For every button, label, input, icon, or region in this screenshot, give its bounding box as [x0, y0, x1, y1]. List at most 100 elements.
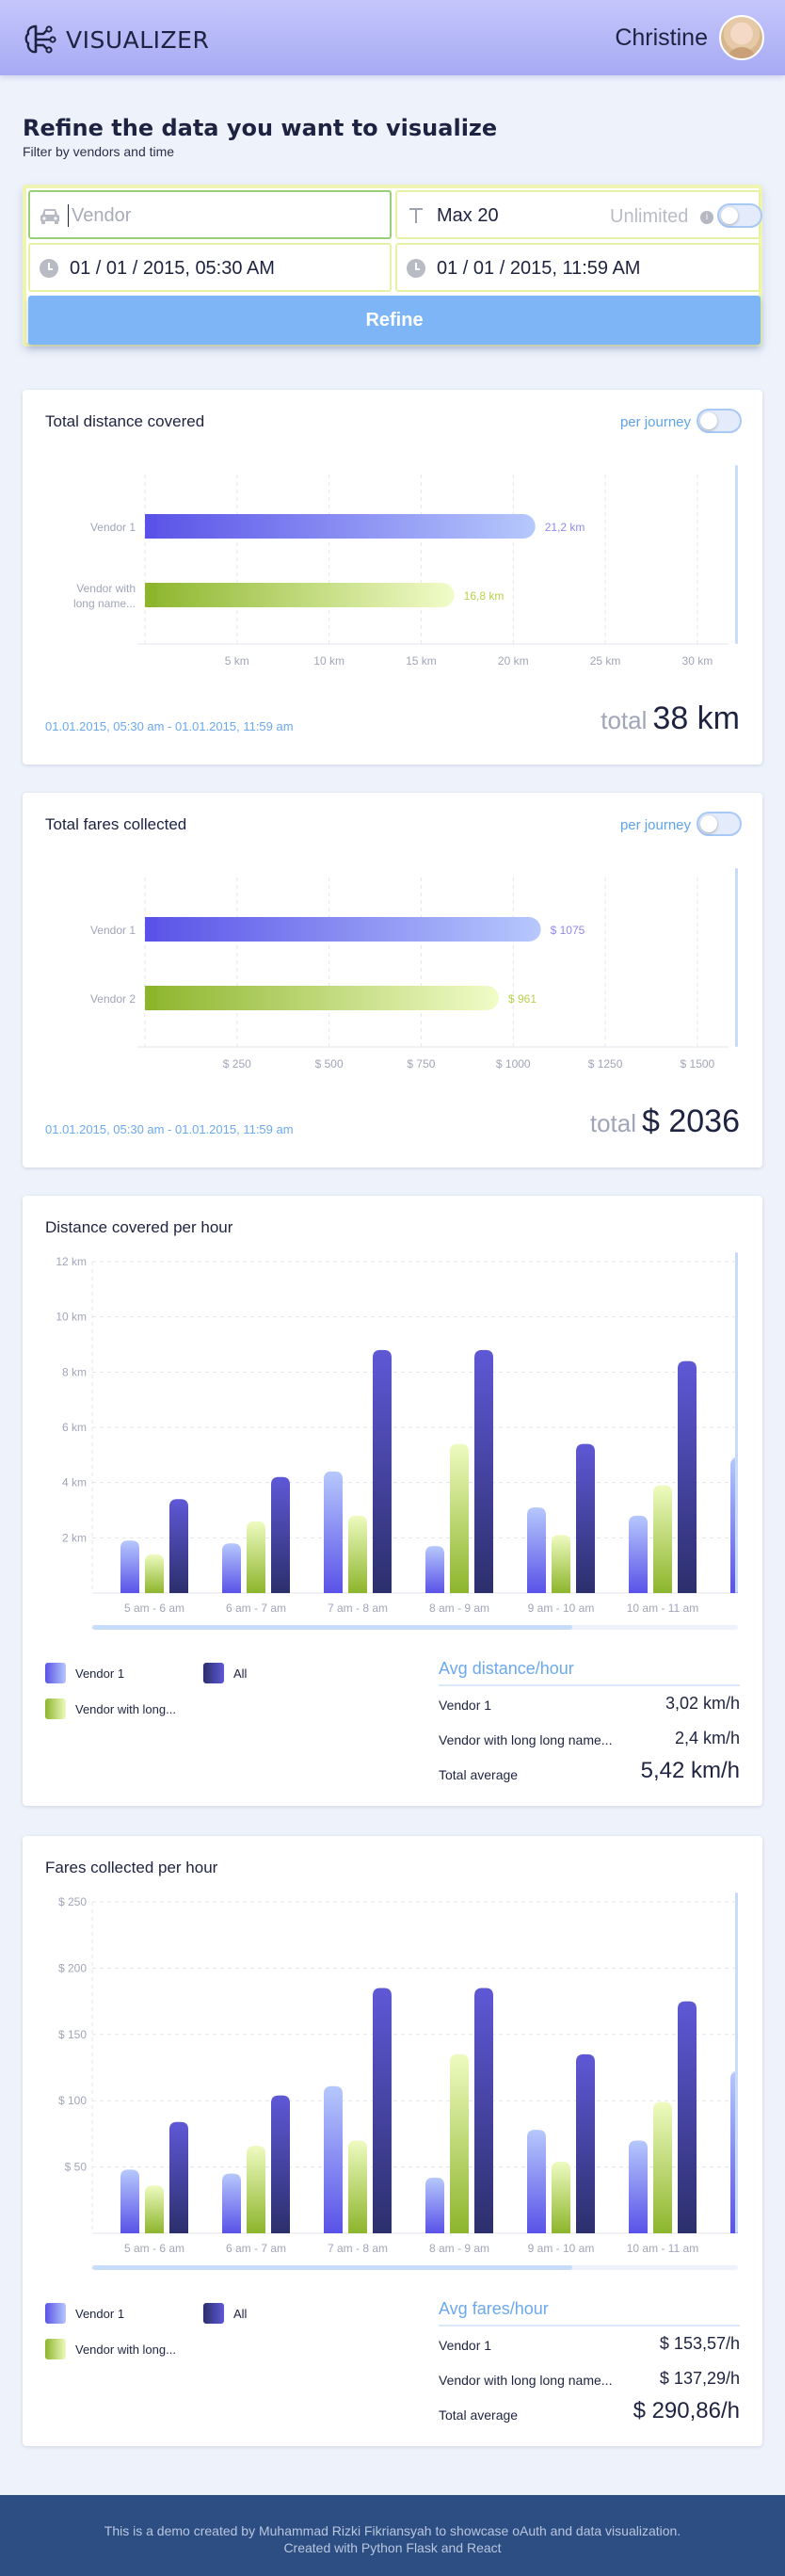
bars-group	[120, 1349, 738, 1593]
bar-cap	[145, 514, 157, 539]
tick-label: 5 km	[225, 654, 249, 668]
card-title: Fares collected per hour	[45, 1859, 218, 1876]
car-icon	[40, 209, 59, 224]
category-label: long name...	[73, 597, 136, 610]
app-name[interactable]: VISUALIZER	[66, 26, 209, 54]
total-value: $ 2036	[642, 1103, 740, 1139]
bar	[425, 2177, 444, 2233]
bar	[576, 2053, 595, 2233]
category-label: 6 am - 7 am	[226, 2242, 286, 2255]
scrollbar-vertical	[735, 1252, 738, 1593]
bar	[271, 2095, 290, 2233]
stat-row: Vendor 1 3,02 km/h	[439, 1694, 740, 1713]
total-label: total	[601, 706, 648, 734]
distance-bar-chart: 5 km 10 km 15 km 20 km 25 km 30 km Vendor 1 21,…	[73, 465, 738, 668]
fares-total-card: Total fares collected per journey $ 250 $…	[23, 793, 762, 1167]
max-value: Max 20	[437, 205, 499, 226]
tick-label: $ 1250	[588, 1057, 623, 1071]
filter-icon	[409, 208, 423, 223]
category-label: 7 am - 8 am	[328, 2242, 388, 2255]
unlimited-label: Unlimited	[610, 206, 689, 227]
page-title: Refine the data you want to visualize	[23, 115, 498, 141]
bar	[348, 2140, 367, 2233]
page-footer: This is a demo created by Muhammad Rizki…	[0, 2495, 785, 2576]
bar	[373, 1349, 392, 1593]
category-label: Vendor 2	[90, 992, 136, 1006]
category-label: 9 am - 10 am	[528, 2242, 595, 2255]
tick-label: 20 km	[498, 654, 529, 668]
bar	[552, 1535, 570, 1593]
page-subtitle: Filter by vendors and time	[23, 144, 175, 159]
category-label: 8 am - 9 am	[429, 1602, 489, 1615]
tick-label: 2 km	[62, 1531, 87, 1544]
per-journey-toggle[interactable]	[697, 409, 742, 433]
category-label: 10 am - 11 am	[627, 2242, 698, 2255]
to-datetime-value: 01 / 01 / 2015, 11:59 AM	[437, 258, 641, 279]
tick-label: $ 1000	[496, 1057, 531, 1071]
tick-label: $ 250	[223, 1057, 251, 1071]
total-fares: total $ 2036	[590, 1103, 740, 1140]
bar	[348, 1515, 367, 1593]
avg-stats-panel: Avg distance/hour Vendor 1 3,02 km/h Vend…	[439, 1659, 740, 1791]
max-vendors-field[interactable]: Max 20 Unlimited i	[395, 190, 762, 239]
bar	[145, 986, 499, 1010]
stat-row: Vendor with long long name... $ 137,29/h	[439, 2369, 740, 2388]
brain-circuit-icon[interactable]	[23, 23, 56, 56]
tick-label: 4 km	[62, 1476, 87, 1489]
tick-label: 30 km	[682, 654, 713, 668]
distance-hourly-chart: 2 km 4 km 6 km 8 km 10 km 12 km 5 am - 6 am 6 a…	[56, 1252, 762, 1638]
tick-label: 6 km	[62, 1421, 87, 1434]
card-title: Total distance covered	[45, 412, 205, 430]
bar	[271, 1476, 290, 1593]
unlimited-toggle[interactable]	[717, 203, 762, 228]
bar	[629, 2140, 648, 2233]
user-name[interactable]: Christine	[615, 24, 708, 52]
category-label: 6 am - 7 am	[226, 1602, 286, 1615]
from-datetime-value: 01 / 01 / 2015, 05:30 AM	[70, 258, 275, 279]
total-label: total	[589, 1109, 636, 1137]
bar	[324, 1471, 343, 1593]
info-icon[interactable]: i	[700, 211, 713, 224]
tick-label: $ 100	[58, 2094, 87, 2107]
per-journey-label: per journey	[619, 414, 691, 430]
to-datetime-field[interactable]: 01 / 01 / 2015, 11:59 AM	[395, 243, 761, 292]
scrollbar	[735, 868, 738, 1047]
bars-group	[120, 1988, 738, 2233]
bar	[576, 1443, 595, 1593]
vendor-input[interactable]: Vendor	[28, 190, 392, 239]
bar	[247, 1521, 265, 1593]
bar	[145, 1554, 164, 1593]
bar	[474, 1349, 493, 1593]
tick-label: $ 150	[58, 2028, 87, 2041]
tick-label: $ 500	[315, 1057, 344, 1071]
bar	[145, 514, 536, 539]
bar	[169, 1499, 188, 1593]
total-distance: total 38 km	[601, 700, 740, 737]
category-label: 8 am - 9 am	[429, 2242, 489, 2255]
stats-title: Avg distance/hour	[439, 1659, 740, 1686]
tick-label: 10 km	[56, 1311, 87, 1324]
tick-label: 10 km	[313, 654, 344, 668]
refine-button[interactable]: Refine	[28, 296, 761, 345]
bar-cap	[145, 583, 157, 607]
overflow-mask	[738, 1252, 762, 1638]
per-journey-toggle[interactable]	[697, 812, 742, 836]
clock-icon	[40, 259, 58, 278]
category-label: Vendor with	[76, 582, 136, 595]
app-header: VISUALIZER Christine	[0, 0, 785, 75]
stat-row-total: Total average $ 290,86/h	[439, 2398, 740, 2423]
scrollbar-vertical	[735, 1892, 738, 2233]
avatar[interactable]	[719, 15, 764, 60]
data-label: 16,8 km	[464, 589, 505, 603]
from-datetime-field[interactable]: 01 / 01 / 2015, 05:30 AM	[28, 243, 392, 292]
bar	[120, 2169, 139, 2233]
bar	[120, 1540, 139, 1593]
card-title: Total fares collected	[45, 815, 187, 833]
bar	[527, 2130, 546, 2233]
fares-bar-chart: $ 250 $ 500 $ 750 $ 1000 $ 1250 $ 1500 Vendor …	[90, 868, 738, 1071]
bar	[222, 1543, 241, 1593]
bar	[527, 1507, 546, 1593]
overflow-mask	[738, 1892, 762, 2278]
scrollbar	[735, 465, 738, 644]
bar	[629, 1515, 648, 1593]
